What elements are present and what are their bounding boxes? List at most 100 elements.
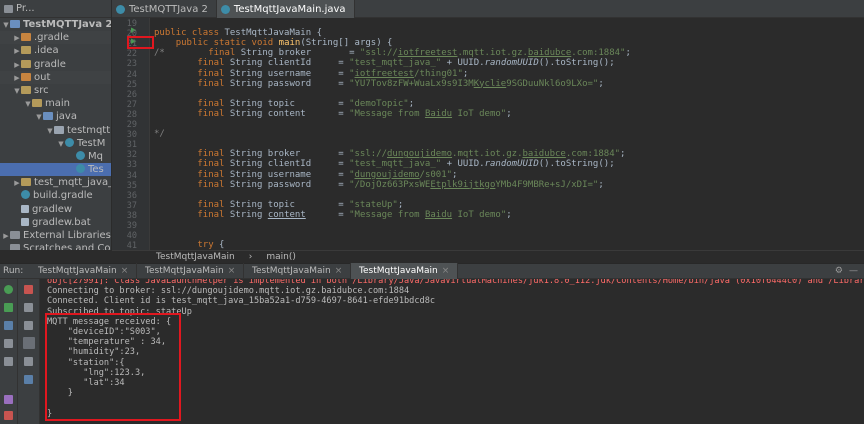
minimize-icon[interactable]: — xyxy=(849,266,858,276)
line-number: 40 xyxy=(126,231,137,242)
run-up-icon[interactable] xyxy=(4,303,13,312)
tree-item[interactable]: ▼ java xyxy=(0,110,111,123)
run-tab[interactable]: TestMqttJavaMain × xyxy=(351,263,458,279)
tree-item[interactable]: Scratches and Conso xyxy=(0,242,111,250)
scroll-up-icon[interactable] xyxy=(24,303,33,312)
pin-icon[interactable] xyxy=(4,395,13,404)
folder-icon xyxy=(54,125,64,134)
layout-icon[interactable] xyxy=(4,357,13,366)
line-number: 25 xyxy=(126,79,137,90)
print-icon[interactable] xyxy=(24,357,33,366)
tree-item[interactable]: ▼TestMQTTJava 2~/ xyxy=(0,18,111,31)
code-line: public static void main(String[] args) { xyxy=(175,38,393,49)
project-panel-header[interactable]: Pr... xyxy=(0,0,111,18)
editor-tab[interactable]: TestMQTTJava 2 xyxy=(112,0,217,18)
tree-item[interactable]: ▶test_mqtt_java_15b xyxy=(0,176,111,189)
tree-item[interactable]: gradlew xyxy=(0,203,111,216)
soft-wrap-icon[interactable] xyxy=(24,321,33,330)
tree-item[interactable]: ▶ gradle xyxy=(0,58,111,71)
highlight-box-mqtt-message xyxy=(45,313,181,421)
tree-item[interactable]: Tes xyxy=(0,163,111,177)
class-icon xyxy=(220,4,230,14)
class-icon xyxy=(21,190,30,200)
run-tab-bar: Run: TestMqttJavaMain × TestMqttJavaMain × T… xyxy=(0,263,864,279)
editor-tab[interactable]: TestMqttJavaMain.java xyxy=(216,0,355,18)
line-number: 23 xyxy=(126,59,137,70)
project-panel-title: Pr... xyxy=(16,3,35,14)
tree-item-label: Scratches and Conso xyxy=(23,243,111,250)
run-tabs: TestMqttJavaMain × TestMqttJavaMain × TestMq… xyxy=(30,263,458,279)
tree-item[interactable]: ▼ src xyxy=(0,84,111,97)
breadcrumb: TestMqttJavaMain › main() xyxy=(112,250,864,263)
line-number: 39 xyxy=(126,221,137,231)
stop-icon[interactable] xyxy=(24,285,33,294)
console-line: Connected. Client id is test_mqtt_java_1… xyxy=(47,296,436,307)
tree-item[interactable]: ▼ main xyxy=(0,97,111,110)
code-line: final String clientId = "test_mqtt_java_… xyxy=(197,58,615,69)
close-tab-icon[interactable]: × xyxy=(121,266,129,276)
tree-item[interactable]: ▼ TestM xyxy=(0,137,111,150)
run-tab-label: TestMqttJavaMain xyxy=(359,266,438,276)
close-icon[interactable] xyxy=(4,411,13,420)
editor-tab-label: TestMqttJavaMain.java xyxy=(233,3,346,15)
run-toolbar-primary xyxy=(0,279,18,424)
code-line: final String content = "Message from Bai… xyxy=(197,108,512,119)
tree-item[interactable]: ▶ .gradle xyxy=(0,31,111,45)
folder-icon xyxy=(21,178,31,187)
library-icon xyxy=(10,244,20,250)
run-tab[interactable]: TestMqttJavaMain × xyxy=(244,263,351,279)
line-number: 22 xyxy=(126,49,137,60)
line-number: 36 xyxy=(126,190,137,201)
clear-icon[interactable] xyxy=(24,375,33,384)
tree-item[interactable]: ▶ .idea xyxy=(0,44,111,57)
run-tab[interactable]: TestMqttJavaMain × xyxy=(30,263,137,279)
line-number: 35 xyxy=(126,180,137,191)
close-tab-icon[interactable]: × xyxy=(228,266,236,276)
tree-item-label: gradle xyxy=(34,58,66,70)
run-tab-label: TestMqttJavaMain xyxy=(145,266,224,276)
tree-item-label: TestM xyxy=(77,137,106,149)
pause-icon[interactable] xyxy=(4,321,13,330)
tree-item[interactable]: ▶ out xyxy=(0,70,111,84)
tree-item[interactable]: ▼ testmqtt xyxy=(0,124,111,137)
code-line: final String content = "Message from Bai… xyxy=(197,209,512,220)
breadcrumb-method[interactable]: main() xyxy=(266,252,296,262)
settings-icon[interactable]: ⚙ xyxy=(835,266,843,276)
folder-icon xyxy=(43,112,53,121)
line-number: 29 xyxy=(126,120,137,130)
tree-item[interactable]: Mq xyxy=(0,150,111,163)
dump-threads-icon[interactable] xyxy=(4,339,13,348)
console-line: Connecting to broker: ssl://dungoujidemo… xyxy=(47,286,410,297)
tree-item-label: test_mqtt_java_15b xyxy=(34,177,112,189)
tree-item-label: .gradle xyxy=(34,32,70,44)
line-number: 30 xyxy=(126,130,137,141)
tree-item[interactable]: build.gradle xyxy=(0,189,111,202)
line-number: 37 xyxy=(126,200,137,211)
file-icon xyxy=(21,217,29,226)
folder-icon xyxy=(21,85,31,94)
class-icon xyxy=(116,4,125,14)
scroll-end-icon[interactable] xyxy=(23,337,35,349)
line-number: 34 xyxy=(126,170,137,181)
line-number: 38 xyxy=(126,210,137,221)
code-line: public class TestMqttJavaMain { xyxy=(154,28,322,39)
editor-gutter: ▶ ▶ 19 20 21 22 23 24 25 26 27 28 29 30 31 32 33 34 35 36… xyxy=(112,18,150,251)
close-tab-icon[interactable]: × xyxy=(442,266,450,276)
code-line: final String password = "/DojOz663PxsWEE… xyxy=(197,179,604,190)
line-number: 31 xyxy=(126,140,137,151)
code-editor[interactable]: public class TestMqttJavaMain { public s… xyxy=(150,18,864,250)
tree-item[interactable]: ▶ External Libraries xyxy=(0,229,111,242)
line-number: 32 xyxy=(126,150,137,161)
close-tab-icon[interactable]: × xyxy=(335,266,343,276)
editor-tab-label: TestMQTTJava 2 xyxy=(129,3,208,15)
run-label: Run: xyxy=(3,266,24,276)
run-toolbar-secondary xyxy=(18,279,40,424)
run-tab[interactable]: TestMqttJavaMain × xyxy=(137,263,244,279)
breadcrumb-class[interactable]: TestMqttJavaMain xyxy=(156,252,235,262)
rerun-icon[interactable] xyxy=(4,285,13,294)
project-view-icon xyxy=(4,4,13,13)
class-icon xyxy=(65,137,74,147)
tree-item-label: main xyxy=(45,98,70,110)
tree-item[interactable]: gradlew.bat xyxy=(0,216,111,229)
tree-item-label: testmqtt xyxy=(67,124,111,136)
